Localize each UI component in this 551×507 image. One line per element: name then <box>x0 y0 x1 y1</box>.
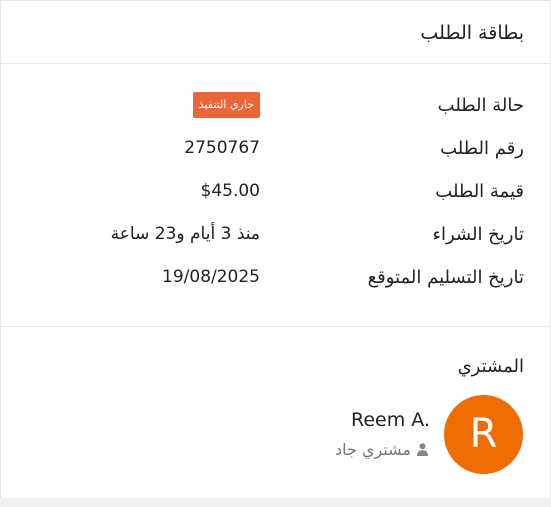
order-number-label: رقم الطلب <box>440 138 524 159</box>
buyer-role-label: مشتري جاد <box>335 440 411 459</box>
order-number-value: 2750767 <box>184 138 260 158</box>
card-title: بطاقة الطلب <box>420 22 524 44</box>
buyer-name[interactable]: Reem A. <box>351 409 430 431</box>
delivery-date-label: تاريخ التسليم المتوقع <box>367 267 524 288</box>
buyer-role: مشتري جاد <box>335 440 428 459</box>
delivery-date-row: تاريخ التسليم المتوقع 19/08/2025 <box>1 260 550 303</box>
order-amount-row: قيمة الطلب $45.00 <box>1 174 550 217</box>
order-amount-value: $45.00 <box>200 181 260 201</box>
purchase-date-label: تاريخ الشراء <box>432 224 524 245</box>
delivery-date-value: 19/08/2025 <box>162 267 260 287</box>
purchase-date-value: منذ 3 أيام و23 ساعة <box>110 224 260 244</box>
order-number-row: رقم الطلب 2750767 <box>1 131 550 174</box>
buyer-section: المشتري R Reem A. مشتري جاد <box>1 327 550 497</box>
order-status-row: حالة الطلب جاري التنفيذ <box>1 88 550 131</box>
order-amount-label: قيمة الطلب <box>435 181 524 202</box>
card-header: بطاقة الطلب <box>1 1 550 64</box>
avatar[interactable]: R <box>444 395 523 474</box>
order-status-label: حالة الطلب <box>437 95 524 116</box>
buyer-heading: المشتري <box>457 356 524 377</box>
order-details: حالة الطلب جاري التنفيذ رقم الطلب 275076… <box>1 64 550 327</box>
order-card: بطاقة الطلب حالة الطلب جاري التنفيذ رقم … <box>0 0 551 498</box>
status-badge: جاري التنفيذ <box>192 92 260 118</box>
purchase-date-row: تاريخ الشراء منذ 3 أيام و23 ساعة <box>1 217 550 260</box>
user-icon <box>417 443 428 456</box>
